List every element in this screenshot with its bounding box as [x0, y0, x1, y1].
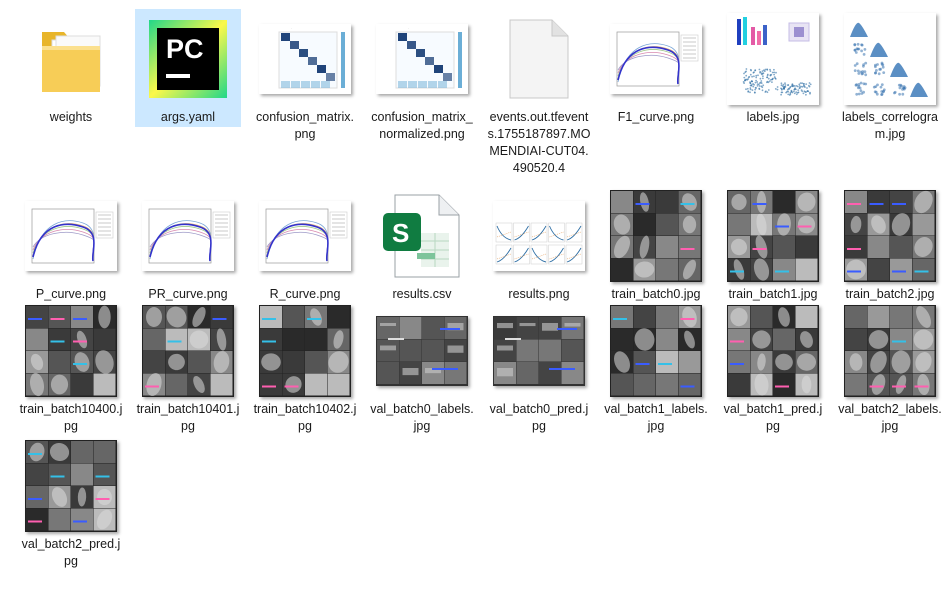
file-name-label: labels_correlogram.jpg [842, 110, 938, 141]
file-item-train-batch10402-jpg[interactable]: train_batch10402.jpg [252, 301, 358, 435]
image-thumbnail [610, 305, 702, 397]
image-thumbnail [727, 305, 819, 397]
file-name-label: val_batch0_labels.jpg [370, 402, 474, 433]
file-item-weights[interactable]: weights [18, 9, 124, 126]
file-name-label: confusion_matrix_normalized.png [371, 110, 473, 141]
image-thumbnail [844, 13, 936, 105]
file-item-train-batch10400-jpg[interactable]: train_batch10400.jpg [18, 301, 124, 435]
image-thumbnail [25, 190, 117, 282]
file-name-label: train_batch10401.jpg [136, 402, 240, 433]
pycharm-icon-text: PC [166, 34, 204, 64]
file-item-train-batch1-jpg[interactable]: train_batch1.jpg [720, 186, 826, 303]
file-name-label: F1_curve.png [617, 110, 695, 124]
file-name-label: labels.jpg [746, 110, 800, 124]
image-thumbnail [610, 190, 702, 282]
file-item-val-batch0-pred-jpg[interactable]: val_batch0_pred.jpg [486, 301, 592, 435]
file-item-r-curve-png[interactable]: R_curve.png [252, 186, 358, 303]
file-item-val-batch1-labels-jpg[interactable]: val_batch1_labels.jpg [603, 301, 709, 435]
file-item-val-batch0-labels-jpg[interactable]: val_batch0_labels.jpg [369, 301, 475, 435]
image-thumbnail [376, 305, 468, 397]
file-name-label: train_batch1.jpg [728, 287, 818, 301]
file-item-args-yaml[interactable]: PC args.yaml [135, 9, 241, 127]
image-thumbnail [25, 440, 117, 532]
image-thumbnail [844, 305, 936, 397]
image-thumbnail [259, 190, 351, 282]
file-name-label: val_batch2_labels.jpg [838, 402, 942, 433]
folder-icon [25, 13, 117, 105]
file-name-label: events.out.tfevents.1755187897.MOMENDIAI… [487, 110, 591, 175]
file-name-label: results.csv [392, 287, 452, 301]
file-item-val-batch2-labels-jpg[interactable]: val_batch2_labels.jpg [837, 301, 943, 435]
file-explorer-view: weights PC args.yaml . confusion_matrix.p… [0, 0, 945, 598]
file-item-labels-correlogram-jpg[interactable]: labels_correlogram.jpg [837, 9, 943, 143]
file-item-confusion-matrix-png[interactable]: . confusion_matrix.png [252, 9, 358, 143]
file-name-label: train_batch0.jpg [611, 287, 701, 301]
file-item-train-batch0-jpg[interactable]: train_batch0.jpg [603, 186, 709, 303]
file-item-val-batch1-pred-jpg[interactable]: val_batch1_pred.jpg [720, 301, 826, 435]
file-item-confusion-matrix-normalized-png[interactable]: . confusion_matrix_normalized.png [369, 9, 475, 143]
file-item-results-png[interactable]: results.png [486, 186, 592, 303]
file-name-label: P_curve.png [35, 287, 107, 301]
image-thumbnail [259, 305, 351, 397]
image-thumbnail [727, 190, 819, 282]
image-thumbnail [493, 305, 585, 397]
image-thumbnail [610, 13, 702, 105]
file-name-label: val_batch0_pred.jpg [489, 402, 589, 433]
spreadsheet-file-icon: S [376, 190, 468, 282]
file-name-label: train_batch10400.jpg [19, 402, 123, 433]
image-thumbnail [142, 305, 234, 397]
csv-icon-text: S [392, 218, 409, 248]
generic-file-icon [493, 13, 585, 105]
file-name-label: train_batch2.jpg [845, 287, 935, 301]
image-thumbnail [727, 13, 819, 105]
image-thumbnail: . [259, 13, 351, 105]
file-name-label: val_batch1_pred.jpg [723, 402, 823, 433]
file-item-f1-curve-png[interactable]: F1_curve.png [603, 9, 709, 126]
image-thumbnail [142, 190, 234, 282]
file-name-label: weights [49, 110, 93, 124]
file-name-label: args.yaml [160, 110, 216, 124]
file-item-labels-jpg[interactable]: labels.jpg [720, 9, 826, 126]
file-item-train-batch10401-jpg[interactable]: train_batch10401.jpg [135, 301, 241, 435]
pycharm-icon: PC [142, 13, 234, 105]
file-item-events-out-tfevents-1755187897-momendiai-cut04-490520-4[interactable]: events.out.tfevents.1755187897.MOMENDIAI… [486, 9, 592, 177]
file-name-label: train_batch10402.jpg [253, 402, 357, 433]
file-item-pr-curve-png[interactable]: PR_curve.png [135, 186, 241, 303]
file-item-p-curve-png[interactable]: P_curve.png [18, 186, 124, 303]
file-name-label: PR_curve.png [148, 287, 228, 301]
file-name-label: confusion_matrix.png [256, 110, 354, 141]
file-name-label: results.png [508, 287, 570, 301]
file-item-results-csv[interactable]: Sresults.csv [369, 186, 475, 303]
image-thumbnail [25, 305, 117, 397]
file-name-label: val_batch2_pred.jpg [21, 537, 121, 568]
file-name-label: val_batch1_labels.jpg [604, 402, 708, 433]
image-thumbnail: . [376, 13, 468, 105]
file-name-label: R_curve.png [269, 287, 341, 301]
image-thumbnail [493, 190, 585, 282]
image-thumbnail [844, 190, 936, 282]
file-item-val-batch2-pred-jpg[interactable]: val_batch2_pred.jpg [18, 436, 124, 570]
file-item-train-batch2-jpg[interactable]: train_batch2.jpg [837, 186, 943, 303]
